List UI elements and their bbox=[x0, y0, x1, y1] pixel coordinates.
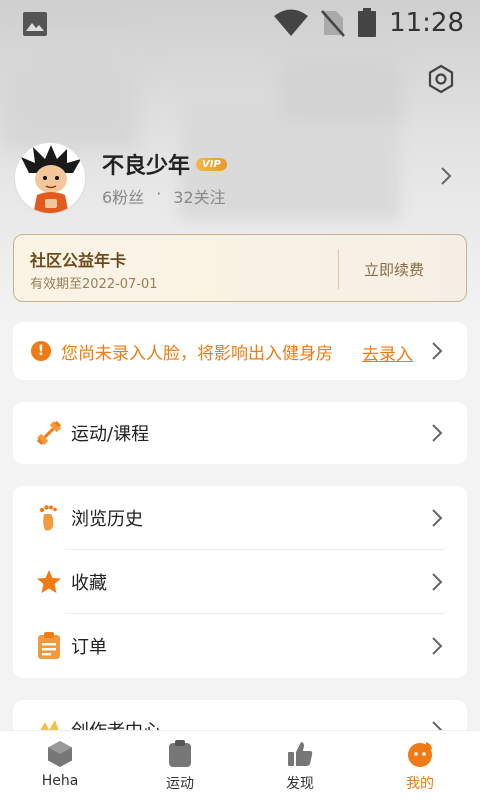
chevron-right-icon[interactable] bbox=[431, 636, 443, 656]
heha-icon bbox=[45, 739, 75, 769]
clipboard-icon bbox=[35, 632, 63, 660]
tab-label: 运动 bbox=[166, 776, 194, 792]
menu-list-card: 浏览历史 收藏 订单 bbox=[13, 486, 467, 678]
chevron-right-icon[interactable] bbox=[431, 341, 443, 361]
footprint-icon bbox=[35, 504, 63, 532]
annual-card-expiry: 有效期至2022-07-01 bbox=[30, 277, 158, 292]
dumbbell-icon bbox=[35, 419, 63, 447]
annual-card-title: 社区公益年卡 bbox=[30, 251, 127, 270]
vip-badge: VIP bbox=[196, 157, 227, 171]
tab-sport[interactable]: 运动 bbox=[120, 731, 240, 800]
chevron-right-icon[interactable] bbox=[431, 572, 443, 592]
star-icon bbox=[35, 568, 63, 596]
list-item-favorites[interactable]: 收藏 bbox=[13, 550, 467, 614]
sport-icon bbox=[165, 739, 195, 769]
sport-course-label: 运动/课程 bbox=[71, 424, 150, 445]
chevron-right-icon[interactable] bbox=[440, 166, 452, 186]
battery-icon bbox=[358, 8, 377, 37]
face-warning-text: 您尚未录入人脸，将影响出入健身房 bbox=[61, 343, 333, 364]
user-name: 不良少年 bbox=[102, 154, 191, 179]
mine-icon bbox=[405, 739, 435, 769]
thumb-icon bbox=[285, 739, 315, 769]
status-bar: 11:28 bbox=[0, 0, 480, 50]
list-item-label: 浏览历史 bbox=[71, 509, 143, 530]
tab-discover[interactable]: 发现 bbox=[240, 731, 360, 800]
tab-label: Heha bbox=[41, 773, 79, 789]
profile-section[interactable]: 不良少年 VIP 6粉丝 · 32关注 bbox=[14, 142, 466, 216]
renew-button[interactable]: 立即续费 bbox=[364, 259, 424, 280]
wifi-icon bbox=[274, 9, 309, 36]
divider bbox=[338, 249, 339, 289]
avatar-image bbox=[21, 145, 81, 213]
chevron-right-icon[interactable] bbox=[431, 423, 443, 443]
enroll-face-link[interactable]: 去录入 bbox=[362, 340, 413, 365]
bottom-tab-bar: Heha 运动 发现 我的 bbox=[0, 730, 480, 800]
list-item-label: 收藏 bbox=[71, 573, 107, 594]
tab-heha[interactable]: Heha bbox=[0, 731, 120, 800]
chevron-right-icon[interactable] bbox=[431, 508, 443, 528]
face-warning-card[interactable]: ! 您尚未录入人脸，将影响出入健身房 去录入 bbox=[13, 322, 467, 380]
avatar[interactable] bbox=[14, 142, 86, 214]
settings-icon[interactable] bbox=[426, 64, 456, 94]
following-count[interactable]: 32关注 bbox=[173, 184, 225, 208]
no-sim-icon bbox=[321, 10, 346, 37]
gallery-icon bbox=[23, 12, 47, 36]
list-item-orders[interactable]: 订单 bbox=[13, 614, 467, 678]
tab-label: 我的 bbox=[406, 776, 434, 792]
sport-course-card[interactable]: 运动/课程 bbox=[13, 402, 467, 464]
list-item-history[interactable]: 浏览历史 bbox=[13, 486, 467, 550]
status-time: 11:28 bbox=[389, 8, 464, 38]
stats-separator: · bbox=[156, 184, 162, 203]
tab-label: 发现 bbox=[286, 776, 314, 792]
followers-count[interactable]: 6粉丝 bbox=[102, 184, 144, 208]
warning-icon: ! bbox=[31, 341, 51, 361]
annual-card[interactable]: 社区公益年卡 有效期至2022-07-01 立即续费 bbox=[13, 234, 467, 302]
list-item-label: 订单 bbox=[71, 637, 107, 658]
tab-mine[interactable]: 我的 bbox=[360, 731, 480, 800]
